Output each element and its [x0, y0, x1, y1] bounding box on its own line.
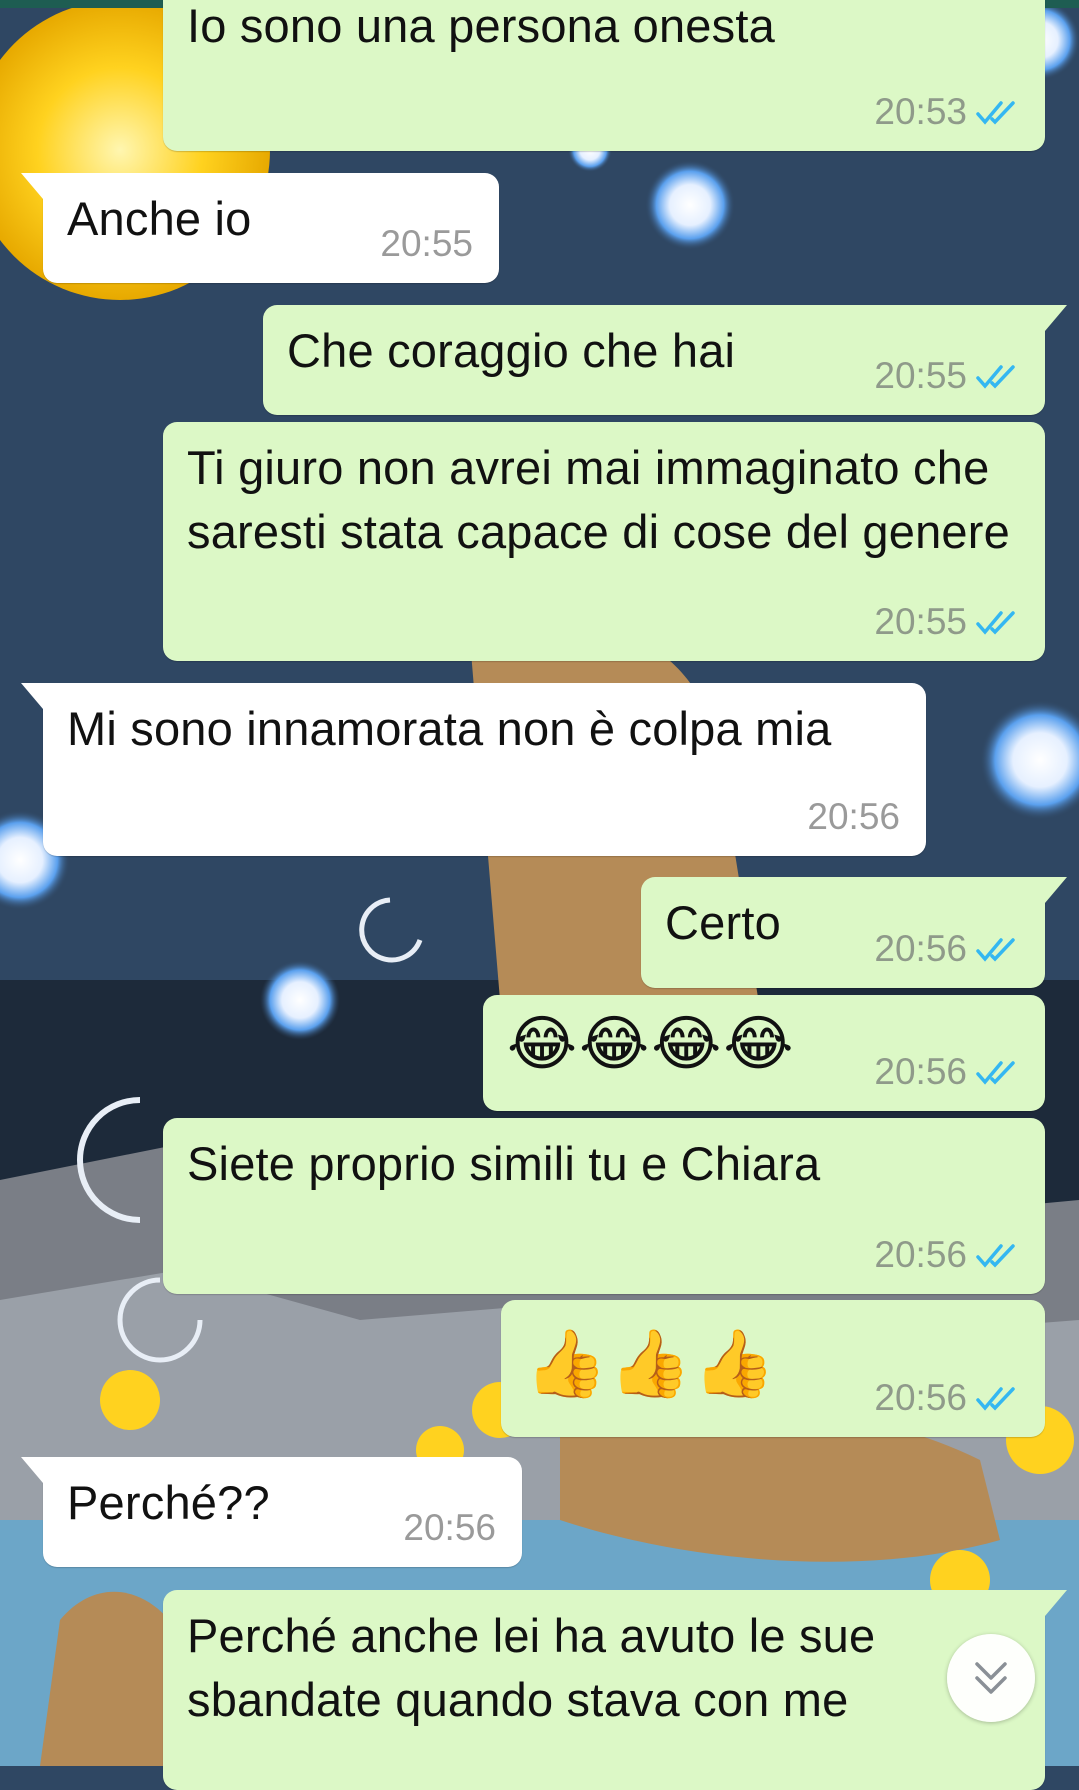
message-time: 20:56 — [874, 1377, 967, 1418]
incoming-message[interactable]: Anche io 20:55 — [21, 173, 499, 283]
message-text: Io sono una persona onesta — [187, 0, 775, 52]
message-time: 20:56 — [874, 928, 967, 969]
message-text: Ti giuro non avrei mai immaginato che sa… — [187, 441, 1010, 558]
scroll-to-bottom-button[interactable] — [947, 1634, 1035, 1722]
message-time: 20:56 — [874, 1051, 967, 1092]
message-text: Perché anche lei ha avuto le sue sbandat… — [187, 1609, 876, 1726]
incoming-message[interactable]: Mi sono innamorata non è colpa mia 20:56 — [21, 683, 926, 856]
outgoing-message[interactable]: Certo 20:56 — [641, 877, 1067, 988]
message-list[interactable]: Io sono una persona onesta 20:53 Anche i… — [0, 0, 1079, 1790]
message-time: 20:55 — [380, 223, 473, 264]
message-time: 20:56 — [403, 1507, 496, 1548]
double-check-icon — [976, 611, 1015, 635]
message-time: 20:53 — [874, 91, 967, 132]
double-check-icon — [976, 101, 1015, 125]
double-check-icon — [976, 938, 1015, 962]
message-time: 20:56 — [807, 796, 900, 837]
message-text: Siete proprio simili tu e Chiara — [187, 1137, 821, 1190]
outgoing-message[interactable]: 👍👍👍 20:56 — [501, 1300, 1045, 1437]
chevron-double-down-icon — [975, 1662, 1007, 1694]
outgoing-message[interactable]: 😂😂😂😂 20:56 — [483, 995, 1045, 1111]
message-time: 20:55 — [874, 601, 967, 642]
message-time: 20:55 — [874, 355, 967, 396]
double-check-icon — [976, 1387, 1015, 1411]
outgoing-message[interactable]: Io sono una persona onesta 20:53 — [163, 0, 1045, 151]
double-check-icon — [976, 365, 1015, 389]
double-check-icon — [976, 1061, 1015, 1085]
message-time: 20:56 — [874, 1234, 967, 1275]
outgoing-message[interactable]: Che coraggio che hai 20:55 — [263, 305, 1067, 415]
outgoing-message[interactable]: Siete proprio simili tu e Chiara 20:56 — [163, 1118, 1045, 1294]
outgoing-message[interactable]: Ti giuro non avrei mai immaginato che sa… — [163, 422, 1045, 661]
message-text: Mi sono innamorata non è colpa mia — [67, 702, 832, 755]
double-check-icon — [976, 1244, 1015, 1268]
incoming-message[interactable]: Perché?? 20:56 — [21, 1457, 522, 1567]
outgoing-message[interactable]: Perché anche lei ha avuto le sue sbandat… — [163, 1590, 1067, 1790]
